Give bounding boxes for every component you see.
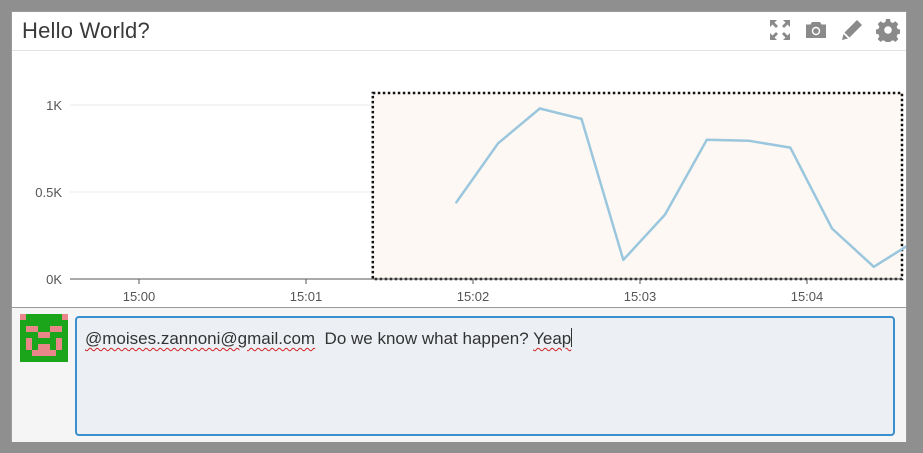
widget-title: Hello World? bbox=[22, 18, 150, 43]
chart-canvas[interactable]: 0K 0.5K 1K 15:00 15:01 15:02 15:03 15:04 bbox=[12, 51, 906, 306]
chart-selection-box[interactable] bbox=[371, 91, 904, 281]
x-tick-label: 15:01 bbox=[290, 289, 323, 304]
y-tick-label: 0K bbox=[46, 272, 62, 287]
series-point bbox=[663, 213, 667, 216]
x-tick-label: 15:03 bbox=[624, 289, 657, 304]
series-point bbox=[455, 201, 458, 204]
x-tick-label: 15:04 bbox=[791, 289, 824, 304]
comment-input[interactable]: @moises.zannoni@gmail.com Do we know wha… bbox=[75, 316, 895, 436]
series-point bbox=[496, 142, 500, 145]
camera-icon[interactable] bbox=[804, 18, 828, 42]
gear-icon[interactable] bbox=[876, 18, 900, 42]
series-point bbox=[872, 265, 875, 269]
widget-frame: Hello World? 0K 0.5K 1K 15:00 15:01 15:0… bbox=[11, 11, 907, 442]
widget-toolbar bbox=[768, 18, 900, 44]
series-point bbox=[538, 107, 541, 110]
series-point bbox=[705, 138, 708, 141]
fullscreen-icon[interactable] bbox=[768, 18, 792, 42]
timeseries-chart[interactable]: 0K 0.5K 1K 15:00 15:01 15:02 15:03 15:04 bbox=[12, 51, 906, 306]
series-point bbox=[747, 139, 750, 142]
avatar[interactable] bbox=[20, 314, 68, 362]
series-point bbox=[789, 146, 792, 149]
comment-area: @moises.zannoni@gmail.com Do we know wha… bbox=[12, 307, 906, 442]
x-tick-label: 15:00 bbox=[123, 289, 156, 304]
series-point bbox=[830, 227, 834, 230]
comment-text: Do we know what happen? bbox=[315, 329, 534, 348]
series-point bbox=[580, 117, 583, 121]
text-caret bbox=[571, 328, 573, 347]
widget-header: Hello World? bbox=[12, 12, 906, 51]
comment-mention: @moises.zannoni@gmail.com bbox=[85, 329, 316, 348]
y-tick-label: 1K bbox=[46, 98, 62, 113]
x-tick-label: 15:02 bbox=[457, 289, 490, 304]
pencil-icon[interactable] bbox=[840, 18, 864, 42]
comment-last-word: Yeap bbox=[533, 329, 572, 348]
y-tick-label: 0.5K bbox=[35, 185, 62, 200]
series-point bbox=[622, 258, 625, 262]
